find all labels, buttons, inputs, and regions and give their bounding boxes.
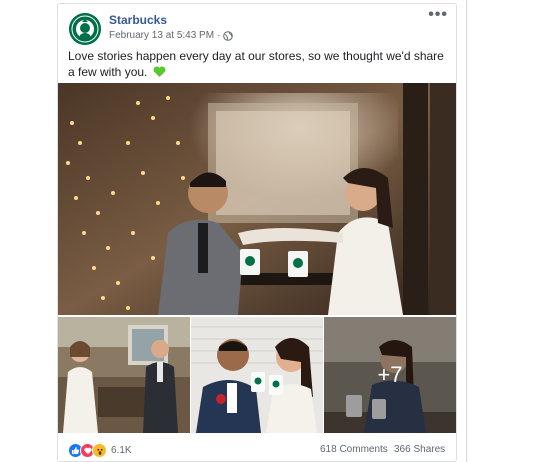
page-divider [466, 0, 467, 462]
page-name-link[interactable]: Starbucks [109, 13, 167, 27]
post-card: Starbucks February 13 at 5:43 PM · ••• L… [57, 3, 457, 462]
reactions-summary[interactable]: 6.1K [68, 443, 132, 458]
photo-thumbnail-3[interactable]: +7 [324, 317, 456, 433]
post-header: Starbucks February 13 at 5:43 PM · ••• [58, 4, 456, 45]
reaction-count: 6.1K [111, 445, 132, 456]
more-photos-count: +7 [377, 362, 403, 387]
green-heart-icon [153, 66, 166, 78]
post-message: Love stories happen every day at our sto… [68, 48, 452, 80]
wow-icon [92, 443, 107, 458]
ellipsis-icon[interactable]: ••• [428, 7, 448, 23]
photo-thumbnail-2[interactable] [191, 317, 323, 433]
globe-icon[interactable] [223, 30, 234, 41]
timestamp-separator: · [217, 30, 221, 41]
timestamp-link[interactable]: February 13 at 5:43 PM [109, 30, 214, 41]
comments-count-link[interactable]: 618 Comments [320, 444, 388, 455]
more-photos-overlay[interactable]: +7 [324, 317, 456, 433]
post-footer: 6.1K 618 Comments 366 Shares [58, 436, 456, 461]
shares-count-link[interactable]: 366 Shares [394, 444, 445, 455]
main-photo[interactable] [58, 83, 456, 315]
starbucks-logo-avatar[interactable] [69, 13, 101, 45]
photo-thumbnail-1[interactable] [58, 317, 190, 433]
timestamp-row: February 13 at 5:43 PM · [109, 30, 234, 41]
post-message-text: Love stories happen every day at our sto… [68, 49, 444, 79]
